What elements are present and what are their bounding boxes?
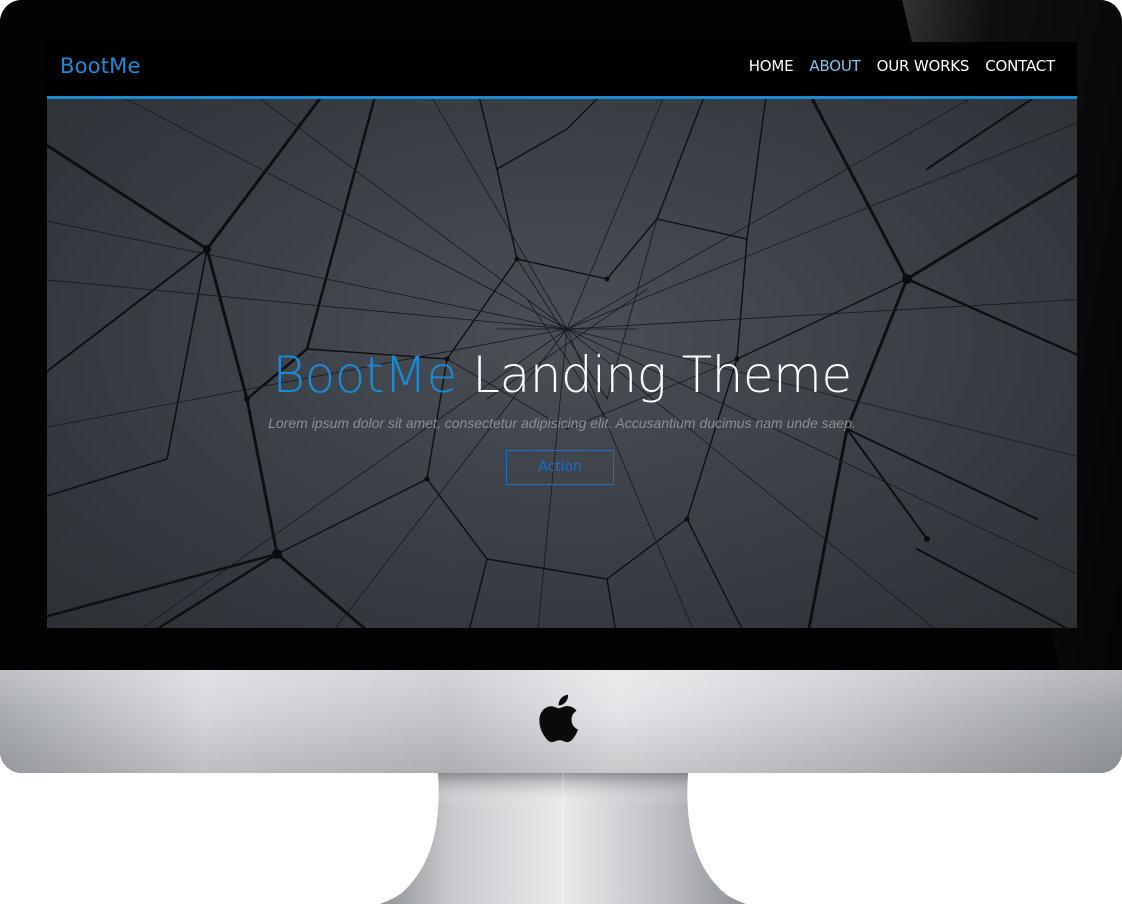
nav-item-about[interactable]: ABOUT <box>809 57 860 75</box>
navbar: BootMe HOME ABOUT OUR WORKS CONTACT <box>47 42 1077 99</box>
monitor-stand <box>380 773 746 904</box>
hero-title-rest: Landing Theme <box>456 346 852 404</box>
action-button[interactable]: Action <box>506 450 614 485</box>
nav-item-home[interactable]: HOME <box>749 57 794 75</box>
monitor: BootMe HOME ABOUT OUR WORKS CONTACT Boot… <box>0 0 1122 773</box>
hero-subtitle: Lorem ipsum dolor sit amet, consectetur … <box>268 415 856 431</box>
imac-mockup: BootMe HOME ABOUT OUR WORKS CONTACT Boot… <box>0 0 1122 904</box>
hero-section: BootMe Landing Theme Lorem ipsum dolor s… <box>47 99 1077 628</box>
nav-item-contact[interactable]: CONTACT <box>985 57 1055 75</box>
nav-menu: HOME ABOUT OUR WORKS CONTACT <box>733 57 1056 75</box>
hero-title-accent: BootMe <box>272 346 457 404</box>
brand-logo[interactable]: BootMe <box>60 54 141 78</box>
nav-item-our-works[interactable]: OUR WORKS <box>877 57 970 75</box>
hero-title: BootMe Landing Theme <box>47 346 1077 404</box>
website-screen: BootMe HOME ABOUT OUR WORKS CONTACT Boot… <box>47 42 1077 628</box>
apple-logo-icon <box>539 694 578 743</box>
